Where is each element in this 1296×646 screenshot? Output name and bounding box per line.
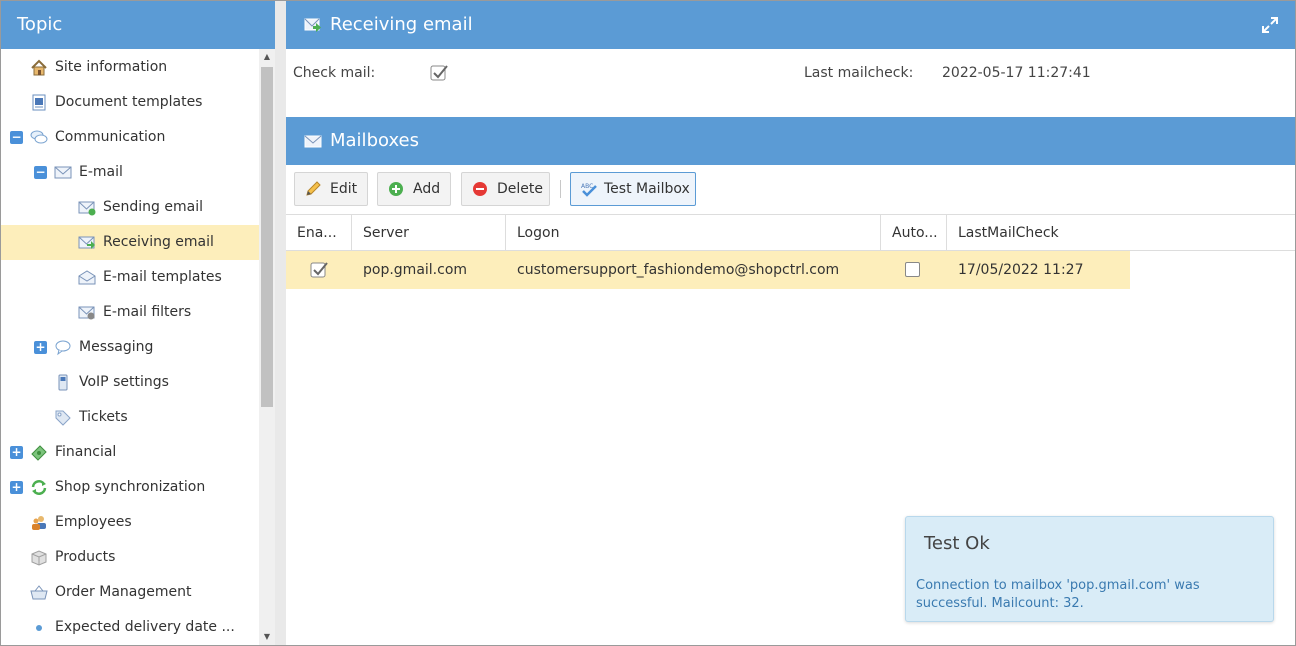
sidebar-item-label: Communication	[55, 129, 166, 145]
sidebar-item-sending-email[interactable]: Sending email	[1, 190, 259, 225]
notification-message: Connection to mailbox 'pop.gmail.com' wa…	[916, 578, 1200, 611]
mailboxes-header: Mailboxes	[286, 117, 1295, 165]
test-mailbox-button[interactable]: ABC Test Mailbox	[570, 172, 696, 206]
sidebar-item-label: Receiving email	[103, 234, 214, 250]
sidebar-item-document-templates[interactable]: Document templates	[1, 85, 259, 120]
lastmailcheck-cell: 17/05/2022 11:27	[958, 262, 1084, 278]
basket-icon	[30, 585, 48, 600]
receiving-email-header: Receiving email	[286, 1, 1295, 49]
maximize-icon[interactable]	[1261, 16, 1279, 34]
sidebar-item-employees[interactable]: Employees	[1, 505, 259, 540]
topic-tree: Site information Document templates − Co…	[1, 49, 259, 645]
logon-cell: customersupport_fashiondemo@shopctrl.com	[517, 262, 840, 278]
toolbar-separator	[560, 180, 561, 198]
sidebar-item-label: VoIP settings	[79, 374, 169, 390]
sidebar-item-label: Employees	[55, 514, 132, 530]
users-icon	[32, 516, 46, 530]
money-icon	[31, 445, 47, 461]
edit-button[interactable]: Edit	[294, 172, 368, 206]
notification-title: Test Ok	[924, 533, 990, 554]
receive-mail-icon	[78, 236, 95, 249]
add-button[interactable]: Add	[377, 172, 451, 206]
check-mail-label: Check mail:	[293, 65, 376, 81]
sidebar-item-voip-settings[interactable]: VoIP settings	[1, 365, 259, 400]
sidebar-item-label: E-mail templates	[103, 269, 222, 285]
sidebar-item-label: Products	[55, 549, 116, 565]
sidebar-item-label: Site information	[55, 59, 168, 75]
server-cell: pop.gmail.com	[363, 262, 468, 278]
sidebar-item-expected-delivery-date[interactable]: Expected delivery date ...	[1, 610, 259, 645]
expand-icon[interactable]: +	[34, 341, 47, 354]
table-row[interactable]: pop.gmail.com customersupport_fashiondem…	[286, 251, 1130, 289]
enabled-checkbox[interactable]	[310, 261, 328, 278]
sidebar-item-label: Sending email	[103, 199, 203, 215]
ticket-icon	[55, 410, 71, 426]
mail-filter-icon	[78, 306, 95, 320]
home-icon	[31, 59, 47, 76]
collapse-icon[interactable]: −	[34, 166, 47, 179]
test-result-notification[interactable]: Test Ok Connection to mailbox 'pop.gmail…	[905, 516, 1274, 622]
sidebar-item-label: Document templates	[55, 94, 203, 110]
phone-icon	[58, 374, 68, 391]
speech-bubble-icon	[55, 340, 71, 356]
sidebar-item-products[interactable]: Products	[1, 540, 259, 575]
sidebar-item-e-mail-templates[interactable]: E-mail templates	[1, 260, 259, 295]
column-header-lastmailcheck[interactable]: LastMailCheck	[947, 215, 1147, 251]
sidebar-item-site-information[interactable]: Site information	[1, 50, 259, 85]
pencil-icon	[306, 181, 321, 196]
sidebar-item-label: Tickets	[79, 409, 128, 425]
sidebar-item-label: Order Management	[55, 584, 192, 600]
sidebar: Topic Site information Document template…	[1, 1, 275, 645]
spellcheck-icon: ABC	[581, 183, 597, 197]
sidebar-item-label: Shop synchronization	[55, 479, 206, 495]
sidebar-title: Topic	[1, 1, 275, 49]
panel-splitter[interactable]	[275, 1, 286, 645]
sidebar-item-communication[interactable]: − Communication	[1, 120, 259, 155]
sidebar-item-label: E-mail filters	[103, 304, 192, 320]
sidebar-item-e-mail-filters[interactable]: E-mail filters	[1, 295, 259, 330]
box-icon	[31, 550, 47, 566]
envelope-icon	[304, 135, 322, 148]
receive-mail-icon	[304, 18, 321, 32]
auto-checkbox[interactable]	[905, 262, 920, 277]
column-header-server[interactable]: Server	[352, 215, 506, 251]
sidebar-item-financial[interactable]: + Financial	[1, 435, 259, 470]
mail-template-icon	[78, 270, 96, 285]
sidebar-item-label: Financial	[55, 444, 117, 460]
envelope-icon	[54, 166, 72, 179]
sidebar-item-label: Messaging	[79, 339, 154, 355]
sidebar-item-label: E-mail	[79, 164, 123, 180]
sidebar-scrollbar[interactable]: ▲ ▼	[259, 49, 275, 645]
sidebar-item-order-management[interactable]: Order Management	[1, 575, 259, 610]
last-mailcheck-value: 2022-05-17 11:27:41	[942, 65, 1091, 81]
document-icon	[32, 94, 46, 111]
column-header-auto[interactable]: Auto...	[881, 215, 947, 251]
plus-circle-icon	[389, 182, 403, 196]
chat-bubbles-icon	[30, 130, 48, 144]
sidebar-item-shop-synchronization[interactable]: + Shop synchronization	[1, 470, 259, 505]
sidebar-item-messaging[interactable]: + Messaging	[1, 330, 259, 365]
delete-button[interactable]: Delete	[461, 172, 550, 206]
scroll-down-icon[interactable]: ▼	[262, 632, 272, 642]
scroll-up-icon[interactable]: ▲	[262, 52, 272, 62]
panel-title: Receiving email	[330, 14, 473, 35]
column-header-enabled[interactable]: Ena...	[286, 215, 352, 251]
collapse-icon[interactable]: −	[10, 131, 23, 144]
check-mail-checkbox[interactable]	[430, 64, 448, 81]
sidebar-item-tickets[interactable]: Tickets	[1, 400, 259, 435]
expand-icon[interactable]: +	[10, 446, 23, 459]
expand-icon[interactable]: +	[10, 481, 23, 494]
panel-title: Mailboxes	[330, 130, 419, 151]
sidebar-item-e-mail[interactable]: − E-mail	[1, 155, 259, 190]
scroll-thumb[interactable]	[261, 67, 273, 407]
column-header-logon[interactable]: Logon	[506, 215, 881, 251]
sync-icon	[31, 480, 47, 495]
minus-circle-icon	[473, 182, 487, 196]
bullet-icon	[36, 625, 42, 631]
sidebar-item-receiving-email[interactable]: Receiving email	[1, 225, 259, 260]
last-mailcheck-label: Last mailcheck:	[804, 65, 914, 81]
sidebar-item-label: Expected delivery date ...	[55, 619, 235, 635]
mailbox-grid-header: Ena... Server Logon Auto... LastMailChec…	[286, 214, 1295, 251]
send-mail-icon	[78, 201, 96, 216]
